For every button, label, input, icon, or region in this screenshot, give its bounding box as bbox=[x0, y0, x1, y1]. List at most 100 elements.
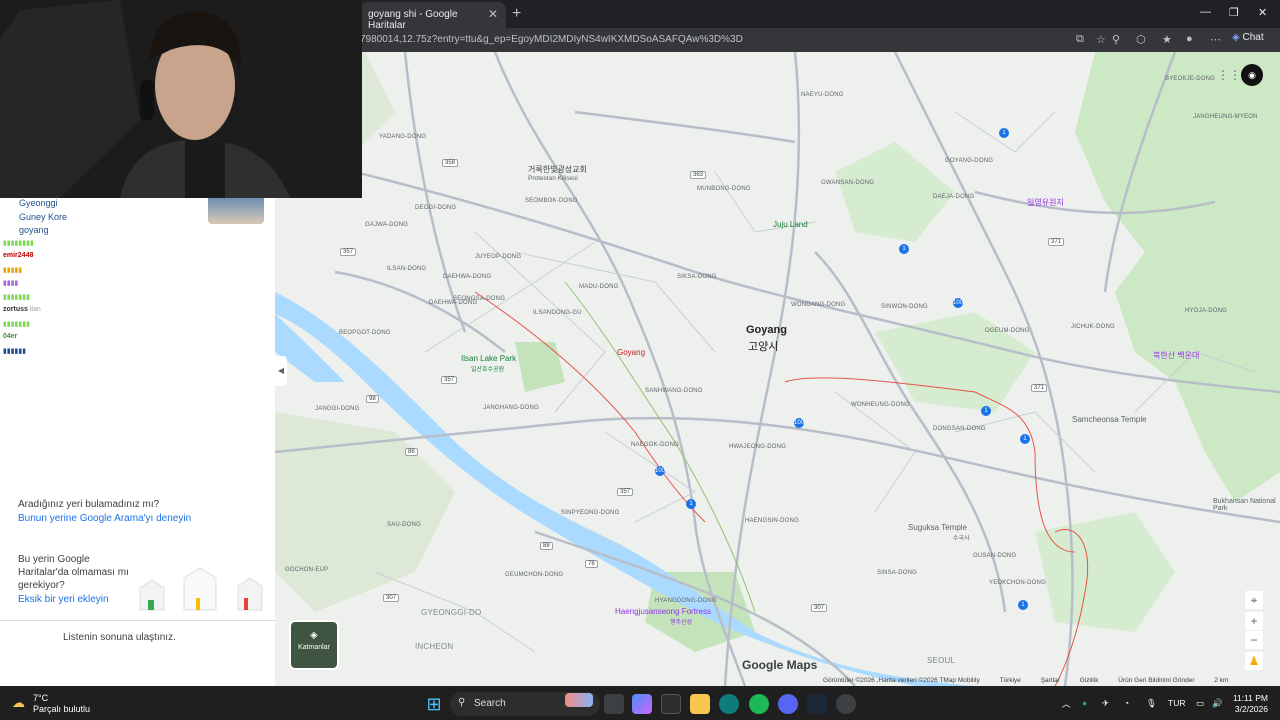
google-apps-icon[interactable]: ⋮⋮ bbox=[1217, 68, 1241, 82]
my-location-icon[interactable]: ⌖ bbox=[1245, 591, 1263, 609]
poi-haengju-fortress[interactable]: Haengjusanseong Fortress bbox=[615, 607, 711, 616]
edge-icon[interactable] bbox=[719, 694, 739, 714]
poi-church[interactable]: Protestan Kilisesi bbox=[528, 175, 578, 182]
poi-suguksa-ko: 수국사 bbox=[953, 536, 970, 542]
tray-app-icon[interactable]: ✈ bbox=[1102, 698, 1109, 709]
poi-samcheonsa[interactable]: Samcheonsa Temple bbox=[1072, 415, 1147, 424]
extensions-icon[interactable]: ⬡ bbox=[1136, 33, 1146, 46]
poi-bukhansan[interactable]: Bukhansan National Park bbox=[1213, 498, 1277, 512]
pin-label[interactable]: Goyang bbox=[617, 348, 645, 357]
route-shield: 98 bbox=[366, 395, 379, 403]
area-label: HYANGDONG-DONG bbox=[655, 598, 717, 604]
taskbar-clock[interactable]: 11:11 PM 3/2/2026 bbox=[1224, 693, 1268, 715]
chat-message: ilan bbox=[29, 306, 41, 313]
area-label: HWAJEONG-DONG bbox=[729, 444, 787, 450]
spotify-icon[interactable] bbox=[749, 694, 769, 714]
install-app-icon[interactable]: ⧉ bbox=[1076, 33, 1084, 46]
expressway-shield: 100 bbox=[794, 418, 805, 428]
tray-app-icon[interactable]: ● bbox=[1082, 698, 1087, 708]
terms-link[interactable]: Şartlar bbox=[1041, 677, 1060, 684]
chat-line: emir2448 bbox=[3, 252, 203, 266]
end-of-list: Listenin sonuna ulaştınız. bbox=[63, 632, 176, 643]
profile-icon[interactable]: ● bbox=[1186, 33, 1193, 45]
poi-ilyeong[interactable]: 일영유원지 bbox=[1027, 197, 1064, 208]
zoom-in-button[interactable]: + bbox=[1245, 612, 1263, 630]
restore-icon[interactable]: ❐ bbox=[1229, 6, 1239, 19]
add-missing-place-link[interactable]: Eksik bir yeri ekleyin bbox=[18, 594, 109, 605]
poi-juju-land[interactable]: Juju Land bbox=[773, 220, 808, 229]
map-base bbox=[275, 52, 1280, 686]
area-label: HYOJA-DONG bbox=[1185, 308, 1228, 314]
expressway-shield: 1 bbox=[899, 244, 909, 254]
area-label: DAEHWA-DONG bbox=[443, 274, 492, 280]
chat-line: 04er bbox=[3, 333, 203, 347]
area-label: YEOKCHON-DONG bbox=[989, 580, 1046, 586]
weather-widget[interactable]: ☁ 7°C Parçalı bulutlu bbox=[12, 693, 90, 715]
menu-icon[interactable]: ⋯ bbox=[1210, 33, 1221, 46]
tray-overflow-icon[interactable]: ︿ bbox=[1062, 698, 1071, 710]
new-tab-icon[interactable]: + bbox=[512, 5, 521, 23]
area-label: SEOMBOK-DONG bbox=[525, 198, 578, 204]
collapse-panel-button[interactable]: ◀ bbox=[275, 356, 287, 386]
chat-line: ▮▮▮▮▮▮ bbox=[3, 347, 203, 361]
steam-icon[interactable] bbox=[807, 694, 827, 714]
missing-place-question: Haritalar'da olmaması mı bbox=[18, 567, 129, 578]
attribution-region[interactable]: Türkiye bbox=[1000, 677, 1021, 684]
copilot-taskbar-icon[interactable] bbox=[632, 694, 652, 714]
area-label: GWANSAN-DONG bbox=[821, 180, 875, 186]
map-canvas[interactable]: ◀ ⋮⋮ ◉ Goyang 고양시 Goyang Ilsan Lake Park… bbox=[275, 52, 1280, 686]
chat-user-blurred: ▮▮▮▮▮ bbox=[3, 266, 23, 274]
pegman-icon[interactable]: ♟ bbox=[1245, 652, 1263, 670]
close-window-icon[interactable]: ✕ bbox=[1258, 6, 1267, 19]
area-label: WONHEUNG-DONG bbox=[851, 402, 910, 408]
file-explorer-icon[interactable] bbox=[690, 694, 710, 714]
region-label: INCHEON bbox=[415, 642, 454, 651]
star-icon[interactable]: ☆ bbox=[1096, 33, 1106, 46]
area-label: SIKSA-DONG bbox=[677, 274, 717, 280]
layers-button[interactable]: ◈ Katmanlar bbox=[289, 620, 339, 670]
microphone-icon[interactable]: 🎙 bbox=[1146, 698, 1157, 709]
poi-bukhansan-baegundae[interactable]: 북한산 백운대 bbox=[1153, 350, 1199, 361]
minimize-icon[interactable]: — bbox=[1200, 6, 1211, 18]
location-icon[interactable]: ⚲ bbox=[1112, 33, 1120, 46]
area-label: ILSAN-DONG bbox=[387, 266, 427, 272]
chat-user-blurred: ▮▮▮▮▮▮▮ bbox=[3, 320, 30, 328]
address-bar[interactable]: 7980014,12.75z?entry=ttu&g_ep=EgoyMDI2MD… bbox=[360, 31, 1100, 49]
poi-suguksa[interactable]: Suguksa Temple bbox=[908, 523, 967, 532]
route-shield: 307 bbox=[383, 594, 400, 602]
task-view-icon[interactable] bbox=[604, 694, 624, 714]
zoom-out-button[interactable]: − bbox=[1245, 631, 1263, 649]
windows-start-icon[interactable]: ⊞ bbox=[424, 694, 444, 714]
expressway-shield: 100 bbox=[655, 466, 666, 476]
obs-icon[interactable] bbox=[836, 694, 856, 714]
area-label: SEONGSA-DONG bbox=[453, 296, 506, 302]
favorites-icon[interactable]: ★ bbox=[1162, 33, 1172, 46]
tab-goyang[interactable]: goyang shi - Google Haritalar ✕ bbox=[360, 2, 506, 31]
chat-line: ▮▮▮▮▮▮▮ bbox=[3, 293, 203, 307]
poi-ilsan-lake-park-ko: 일산호수공원 bbox=[471, 367, 505, 373]
language-indicator[interactable]: TUR bbox=[1168, 698, 1185, 708]
area-label: NAEYU-DONG bbox=[801, 92, 844, 98]
area-label: ILSANDONG-GU bbox=[533, 310, 582, 316]
route-shield: 88 bbox=[405, 448, 418, 456]
place-thumbnail[interactable] bbox=[208, 198, 264, 224]
store-icon[interactable] bbox=[661, 694, 681, 714]
tray-app-icon[interactable]: ◔ bbox=[1124, 698, 1129, 708]
account-avatar[interactable]: ◉ bbox=[1241, 64, 1263, 86]
route-shield: 357 bbox=[441, 376, 458, 384]
poi-ilsan-lake-park[interactable]: Ilsan Lake Park bbox=[461, 354, 516, 363]
chat-line: ▮▮▮▮▮ bbox=[3, 266, 203, 280]
volume-icon[interactable]: 🔊 bbox=[1212, 698, 1223, 709]
copilot-chat-button[interactable]: ◈ Chat bbox=[1232, 32, 1264, 43]
discord-icon[interactable] bbox=[778, 694, 798, 714]
close-tab-icon[interactable]: ✕ bbox=[488, 7, 498, 21]
privacy-link[interactable]: Gizlilik bbox=[1080, 677, 1099, 684]
poi-haengju-fortress-ko: 행주산성 bbox=[670, 620, 693, 626]
network-icon[interactable]: ▭ bbox=[1196, 698, 1204, 709]
stream-chat-overlay: Gyeonggi Guney Kore goyang ▮▮▮▮▮▮▮▮ emir… bbox=[3, 198, 203, 355]
feedback-link[interactable]: Ürün Geri Bildirimi Gönder bbox=[1118, 677, 1194, 684]
city-label-goyang[interactable]: Goyang bbox=[746, 324, 787, 336]
chat-line: Gyeonggi bbox=[3, 198, 203, 212]
route-shield: 78 bbox=[585, 560, 598, 568]
google-search-link[interactable]: Bunun yerine Google Arama'yı deneyin bbox=[18, 513, 191, 524]
